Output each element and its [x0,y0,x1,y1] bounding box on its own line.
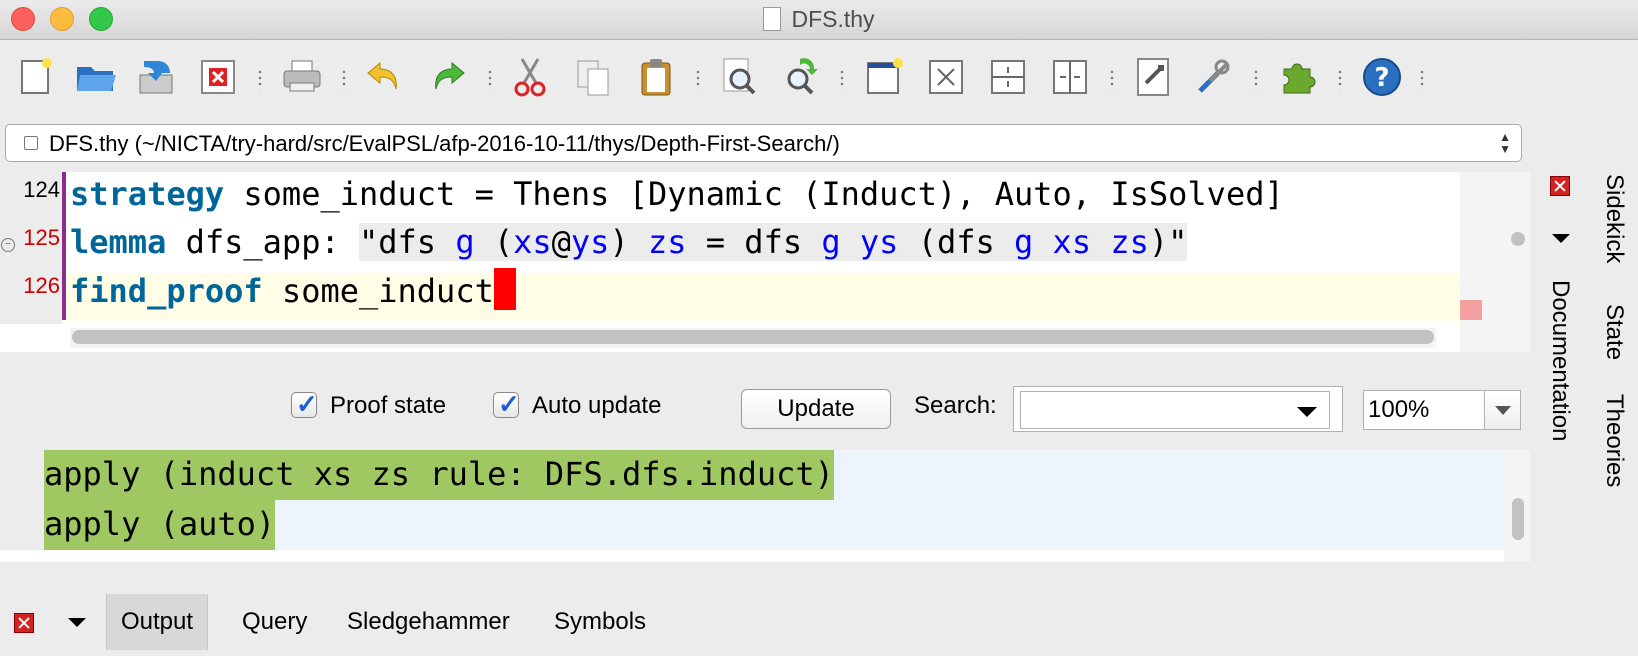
code-line-125: lemma dfs_app: "dfs g (xs@ys) zs = dfs g… [70,223,1188,261]
open-folder-icon[interactable] [74,55,118,99]
zoom-dropdown-button[interactable] [1484,391,1520,429]
copy-icon[interactable] [572,55,616,99]
output-gutter [0,450,44,550]
unsplit-icon[interactable] [924,55,968,99]
update-button[interactable]: Update [741,389,891,429]
error-marker[interactable] [1460,300,1482,320]
buffer-options-icon[interactable] [1132,55,1176,99]
tab-symbols[interactable]: Symbols [540,594,660,650]
tab-sidekick[interactable]: Sidekick [1600,174,1628,263]
scrollbar-thumb[interactable] [72,330,1434,344]
svg-text:?: ? [1374,63,1389,93]
split-vertical-icon[interactable] [1048,55,1092,99]
auto-update-checkbox[interactable]: ✓ [493,389,520,419]
output-pane[interactable]: apply (induct xs zs rule: DFS.dfs.induct… [0,450,1530,562]
cut-icon[interactable] [508,55,552,99]
dock-menu-icon[interactable] [1552,234,1570,243]
save-icon[interactable] [134,55,178,99]
output-line[interactable]: apply (auto) [44,500,276,550]
line-number: 124 [23,177,60,202]
proof-state-label: Proof state [330,392,447,419]
close-buffer-icon[interactable] [196,55,240,99]
code-line-126: find_proof some_induct [70,268,516,313]
code-line-124: strategy some_induct = Thens [Dynamic (I… [70,175,1284,213]
tab-query[interactable]: Query [228,594,321,650]
proof-state-checkbox[interactable]: ✓ [291,389,318,419]
zoom-value: 100% [1368,396,1430,423]
tab-state[interactable]: State [1600,304,1628,360]
zoom-selector[interactable]: 100% [1363,390,1521,430]
plugin-manager-icon[interactable] [1276,55,1320,99]
search-field-frame [1013,386,1343,432]
tab-documentation[interactable]: Documentation [1546,280,1574,441]
bottom-dock: Output Query Sledgehammer Symbols [0,594,1530,656]
chevron-down-icon [1495,406,1511,415]
dock-menu-icon[interactable] [68,618,86,627]
checkmark-icon: ✓ [296,389,318,419]
buffer-dirty-checkbox [24,136,38,150]
help-icon[interactable]: ? [1360,55,1404,99]
right-dock: Sidekick State Theories Documentation [1530,172,1638,656]
auto-update-label: Auto update [532,392,662,419]
split-horizontal-icon[interactable] [986,55,1030,99]
output-line[interactable]: apply (induct xs zs rule: DFS.dfs.induct… [44,450,834,500]
buffer-switcher[interactable]: DFS.thy (~/NICTA/try-hard/src/EvalPSL/af… [5,124,1522,162]
tab-sledgehammer[interactable]: Sledgehammer [333,594,524,650]
scrollbar-thumb[interactable] [1512,498,1524,540]
close-dock-icon[interactable] [1550,176,1570,196]
window-title-text: DFS.thy [791,6,875,32]
scroll-position-dot[interactable] [1511,232,1525,246]
output-controls: ✓ Proof state ✓ Auto update Update Searc… [0,362,1530,448]
document-icon [763,7,782,31]
global-options-icon[interactable] [1192,55,1236,99]
tab-output[interactable]: Output [106,594,209,650]
editor-horizontal-scrollbar[interactable] [70,328,1436,348]
buffer-switcher-arrows-icon: ▲ ▼ [1499,130,1511,156]
checkmark-icon: ✓ [498,389,520,419]
editor-overview-strip[interactable] [1460,172,1530,352]
new-file-icon[interactable] [14,55,58,99]
new-view-icon[interactable] [862,55,906,99]
toolbar: ? [0,41,1638,117]
undo-icon[interactable] [362,55,406,99]
find-icon[interactable] [718,55,762,99]
line-number: 125 [23,225,60,250]
redo-icon[interactable] [426,55,470,99]
title-bar: DFS.thy [0,0,1638,40]
output-vertical-scrollbar[interactable] [1504,450,1530,562]
text-editor[interactable]: − 124 125 126 strategy some_induct = The… [0,172,1530,352]
dropdown-arrow-icon[interactable] [1297,407,1317,417]
print-icon[interactable] [280,55,324,99]
paste-icon[interactable] [634,55,678,99]
tab-theories[interactable]: Theories [1600,394,1628,487]
find-replace-icon[interactable] [778,55,822,99]
close-dock-icon[interactable] [14,613,34,633]
buffer-path: DFS.thy (~/NICTA/try-hard/src/EvalPSL/af… [49,131,840,156]
window-title: DFS.thy [0,6,1638,33]
search-label: Search: [914,392,997,419]
line-number: 126 [23,273,60,298]
text-cursor [493,268,516,310]
search-input[interactable] [1020,391,1330,429]
